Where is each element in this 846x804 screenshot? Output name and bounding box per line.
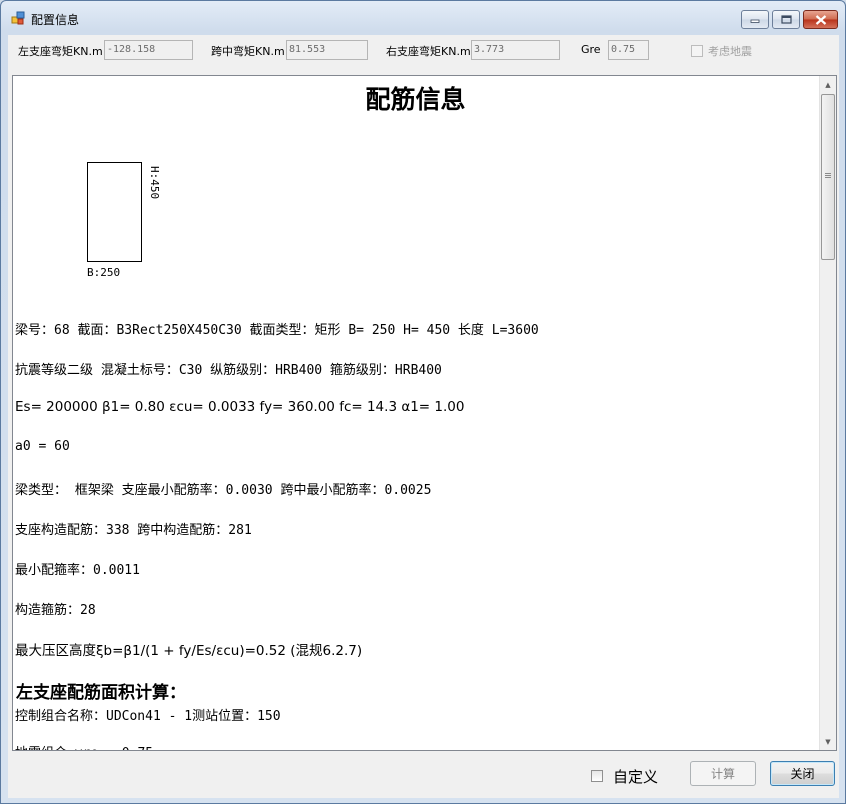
report-viewer[interactable]: 配筋信息 H:450 B:250 梁号：68 截面：B3Rect250X450C… — [12, 75, 837, 751]
window-title: 配置信息 — [31, 13, 80, 27]
minimize-icon — [750, 19, 760, 23]
calculate-button[interactable]: 计算 — [690, 761, 756, 786]
minimize-button[interactable] — [741, 10, 769, 29]
grip-line — [825, 175, 831, 176]
mid-moment-label: 跨中弯矩KN.m — [211, 45, 285, 58]
seismic-label: 考虑地震 — [708, 45, 752, 58]
scroll-down-button[interactable]: ▼ — [820, 733, 836, 750]
grip-line — [825, 173, 831, 174]
seismic-combination-line: 地震组合 γre = 0.75 — [15, 742, 153, 750]
report-title: 配筋信息 — [365, 85, 466, 114]
left-moment-label: 左支座弯矩KN.m — [18, 45, 103, 58]
right-moment-label: 右支座弯矩KN.m — [386, 45, 471, 58]
seismic-checkbox[interactable] — [691, 45, 703, 57]
report-content: 配筋信息 H:450 B:250 梁号：68 截面：B3Rect250X450C… — [13, 76, 818, 750]
gre-field[interactable]: 0.75 — [608, 40, 649, 60]
title-bar[interactable]: 配置信息 — [1, 1, 845, 35]
material-params-line: Es= 200000 β1= 0.80 εcu= 0.0033 fy= 360.… — [15, 399, 465, 415]
maximize-button[interactable] — [772, 10, 800, 29]
scroll-thumb[interactable] — [821, 94, 835, 260]
close-button[interactable]: 关闭 — [770, 761, 835, 786]
grade-info-line: 抗震等级二级 混凝土标号：C30 纵筋级别：HRB400 箍筋级别：HRB400 — [15, 363, 442, 378]
construct-stirrup-line: 构造箍筋：28 — [15, 603, 96, 618]
client-area: 左支座弯矩KN.m -128.158 跨中弯矩KN.m 81.553 右支座弯矩… — [8, 35, 839, 798]
arrow-up-icon: ▲ — [825, 80, 831, 89]
left-support-heading: 左支座配筋面积计算： — [16, 683, 186, 703]
beam-type-line: 梁类型： 框架梁 支座最小配筋率：0.0030 跨中最小配筋率：0.0025 — [15, 483, 432, 498]
section-width-label: B:250 — [87, 266, 121, 279]
gre-label: Gre — [581, 43, 601, 56]
custom-checkbox[interactable] — [591, 770, 603, 782]
left-moment-field[interactable]: -128.158 — [104, 40, 193, 60]
mid-moment-field[interactable]: 81.553 — [286, 40, 368, 60]
beam-info-line: 梁号：68 截面：B3Rect250X450C30 截面类型：矩形 B= 250… — [15, 323, 539, 338]
close-window-button[interactable] — [803, 10, 838, 29]
scroll-up-button[interactable]: ▲ — [820, 76, 836, 93]
close-icon — [815, 14, 826, 25]
control-combination-line: 控制组合名称：UDCon41 - 1测站位置：150 — [15, 709, 281, 724]
a0-line: a0 = 60 — [15, 439, 70, 454]
beam-section-drawing — [87, 162, 142, 262]
maximize-icon — [780, 15, 792, 24]
custom-label: 自定义 — [613, 768, 659, 786]
max-compression-zone-line: 最大压区高度ξb=β1/(1 + fy/Es/εcu)=0.52 (混规6.2.… — [15, 643, 363, 659]
vertical-scrollbar[interactable]: ▲ ▼ — [819, 76, 836, 750]
grip-line — [825, 177, 831, 178]
min-stirrup-ratio-line: 最小配箍率：0.0011 — [15, 563, 140, 578]
section-height-label: H:450 — [148, 166, 161, 200]
app-icon — [11, 11, 25, 25]
arrow-down-icon: ▼ — [825, 737, 831, 746]
config-info-window: 配置信息 左支座弯矩KN.m -128.158 跨中弯矩KN.m 81.553 … — [0, 0, 846, 804]
construct-rebar-line: 支座构造配筋：338 跨中构造配筋：281 — [15, 523, 252, 538]
right-moment-field[interactable]: 3.773 — [471, 40, 560, 60]
